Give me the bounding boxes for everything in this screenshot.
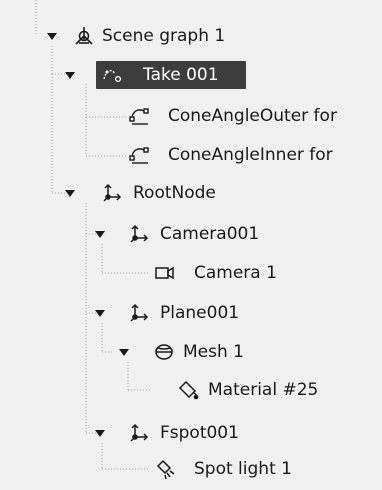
node-axes-icon [128,421,152,445]
tree-item-camera1[interactable]: Camera 1 [0,258,382,288]
tree-item-label: Take 001 [143,65,219,85]
tree-item-label: RootNode [133,183,216,203]
expand-caret-icon[interactable] [92,226,108,242]
expand-caret-icon[interactable] [62,185,78,201]
tree-item-mesh1[interactable]: Mesh 1 [0,337,382,367]
tree-item-label: Fspot001 [160,423,239,443]
tree-item-label: Mesh 1 [183,342,244,362]
tree-item-label: Camera001 [160,224,260,244]
tree-item-label: ConeAngleInner for [168,145,333,165]
node-axes-icon [128,301,152,325]
node-axes-icon [101,181,125,205]
take-animation-icon [101,63,125,87]
expand-caret-icon[interactable] [62,67,78,83]
expand-caret-icon[interactable] [92,305,108,321]
camera-icon [153,261,177,285]
node-axes-icon [128,222,152,246]
tree-item-rootnode[interactable]: RootNode [0,178,382,208]
tree-item-material25[interactable]: Material #25 [0,375,382,405]
tree-item-spotlight1[interactable]: Spot light 1 [0,454,382,484]
tree-item-label: Scene graph 1 [102,26,226,46]
tree-item-camera001[interactable]: Camera001 [0,219,382,249]
tree-item-plane001[interactable]: Plane001 [0,298,382,328]
tree-item-fspot001[interactable]: Fspot001 [0,418,382,448]
tree-item-label: Camera 1 [194,263,277,283]
expand-caret-icon[interactable] [116,344,132,360]
scene-graph-icon [72,24,96,48]
tree-item-cone-angle-outer[interactable]: ConeAngleOuter for [0,101,382,131]
tree-item-label: ConeAngleOuter for [168,106,337,126]
animation-curve-icon [128,104,152,128]
material-icon [177,378,201,402]
tree-item-cone-angle-inner[interactable]: ConeAngleInner for [0,140,382,170]
tree-item-label: Material #25 [208,380,319,400]
tree-item-take[interactable]: Take 001 [0,60,382,90]
scene-tree: Scene graph 1 Take 001 ConeAngleOuter fo… [0,0,382,490]
expand-caret-icon[interactable] [92,425,108,441]
animation-curve-icon [128,143,152,167]
tree-item-label: Plane001 [160,303,240,323]
mesh-icon [152,340,176,364]
spot-light-icon [153,457,177,481]
tree-item-scene-graph[interactable]: Scene graph 1 [0,21,382,51]
expand-caret-icon[interactable] [44,28,60,44]
tree-item-label: Spot light 1 [194,459,292,479]
